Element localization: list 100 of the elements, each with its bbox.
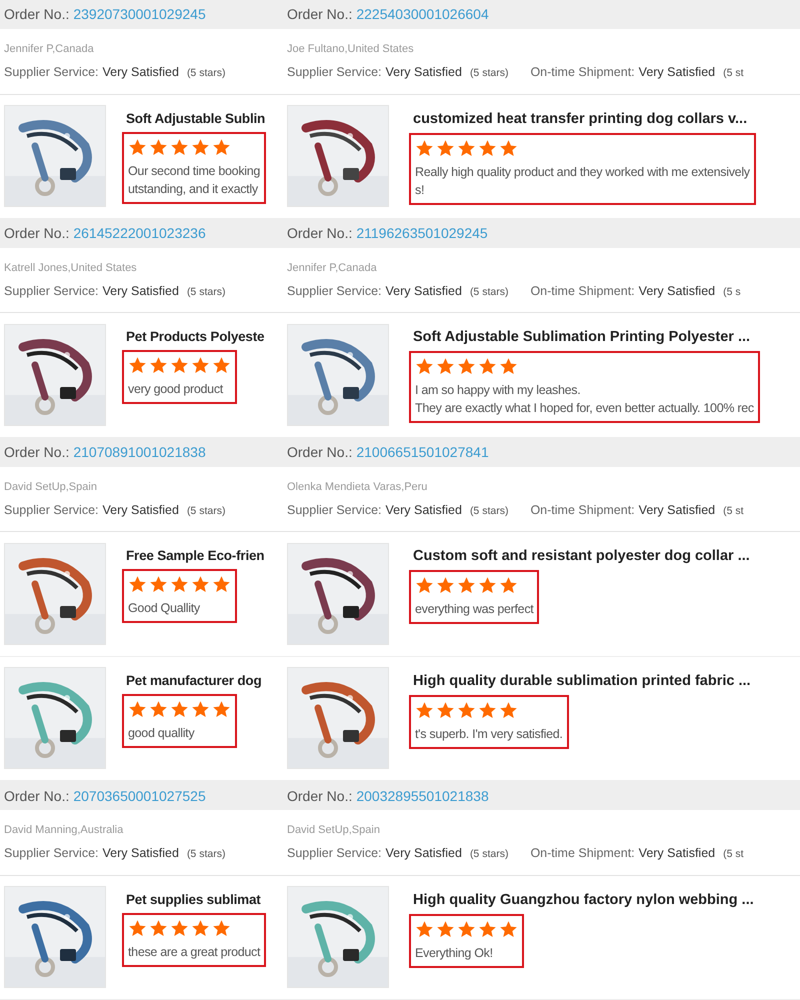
order-label: Order No.: <box>4 6 70 22</box>
star-icon <box>128 575 147 594</box>
star-icon <box>499 357 518 376</box>
star-icon <box>149 918 168 938</box>
order-label: Order No.: <box>287 788 352 804</box>
review-text: Good Quallity <box>128 600 201 618</box>
rating-label: On-time Shipment: <box>530 65 635 80</box>
star-icon <box>436 700 455 720</box>
rating-label: Supplier Service: <box>287 65 382 80</box>
rating-value: Very Satisfied <box>638 65 716 80</box>
order-number-link[interactable]: 21070891001021838 <box>73 444 206 460</box>
rating-label: Supplier Service: <box>4 284 98 298</box>
star-icon <box>149 575 168 594</box>
order-number-link[interactable]: 23920730001029245 <box>73 6 206 22</box>
review-text: these are a great product <box>128 944 260 961</box>
rating-label: Supplier Service: <box>287 846 382 860</box>
rating-label: Supplier Service: <box>287 503 382 517</box>
star-icon <box>149 356 168 376</box>
rating-note: (5 stars) <box>186 505 226 517</box>
star-icon <box>478 138 497 158</box>
rating-note: (5 st <box>723 67 744 80</box>
star-icon <box>457 700 476 720</box>
rating-value: Very Satisfied <box>102 503 179 517</box>
star-icon <box>128 700 147 719</box>
rating-value: Very Satisfied <box>386 503 462 517</box>
order-label: Order No.: <box>4 444 70 460</box>
star-icon <box>415 576 434 596</box>
star-icon <box>212 138 231 157</box>
rating-value: Very Satisfied <box>638 503 716 517</box>
star-icon <box>128 918 147 938</box>
star-icon <box>170 138 189 157</box>
order-label: Order No.: <box>4 788 70 804</box>
buyer-name: David SetUp,Spain <box>287 824 381 836</box>
rating-value: Very Satisfied <box>102 284 179 298</box>
rating-value: Very Satisfied <box>386 284 462 298</box>
review-text: Everything Ok! <box>415 944 494 962</box>
star-icon <box>415 920 434 939</box>
rating-label: Supplier Service: <box>4 503 98 517</box>
star-icon <box>415 138 434 158</box>
review-text: I am so happy with my leashes. They are exactly what I hoped for, even better actually. 100% rec <box>415 382 754 418</box>
order-label: Order No.: <box>287 6 352 22</box>
star-icon <box>457 138 476 158</box>
product-title: customized heat transfer printing dog collars v... <box>413 110 748 127</box>
rating-value: Very Satisfied <box>102 846 179 860</box>
product-title: High quality Guangzhou factory nylon webbing ... <box>413 892 754 908</box>
rating-value: Very Satisfied <box>386 65 462 80</box>
star-icon <box>415 700 434 720</box>
rating-value: Very Satisfied <box>638 284 716 298</box>
review-text: good quallity <box>128 724 196 742</box>
star-icon <box>478 920 497 939</box>
product-title: Custom soft and resistant polyester dog collar ... <box>413 548 750 564</box>
rating-note: (5 stars) <box>470 848 508 860</box>
order-number-link[interactable]: 21006651501027841 <box>356 444 489 460</box>
rating-note: (5 stars) <box>470 286 508 298</box>
rating-note: (5 st <box>723 848 744 860</box>
buyer-name: David SetUp,Spain <box>4 481 98 493</box>
star-icon <box>170 918 189 938</box>
star-icon <box>436 138 455 158</box>
star-icon <box>170 575 189 594</box>
star-icon <box>436 357 455 376</box>
star-icon <box>499 576 518 596</box>
rating-label: Supplier Service: <box>287 284 382 298</box>
rating-label: Supplier Service: <box>4 846 98 860</box>
star-icon <box>436 920 455 939</box>
product-title: Pet supplies sublimat <box>126 892 262 907</box>
star-icon <box>478 700 497 720</box>
order-number-link[interactable]: 21196263501029245 <box>356 225 488 242</box>
rating-value: Very Satisfied <box>386 846 462 860</box>
product-title: Free Sample Eco-frien <box>126 548 264 564</box>
rating-note: (5 stars) <box>186 286 226 298</box>
order-number-link[interactable]: 20032895501021838 <box>356 788 489 804</box>
star-icon <box>128 356 147 376</box>
star-icon <box>191 700 210 719</box>
order-label: Order No.: <box>4 225 70 242</box>
star-icon <box>191 575 210 594</box>
rating-note: (5 stars) <box>470 67 508 80</box>
star-icon <box>170 356 189 376</box>
order-number-link[interactable]: 20703650001027525 <box>73 788 206 804</box>
rating-label: On-time Shipment: <box>530 284 635 298</box>
buyer-name: Katrell Jones,United States <box>4 262 138 274</box>
product-title: Soft Adjustable Sublin <box>126 110 266 126</box>
star-icon <box>499 700 518 720</box>
order-number-link[interactable]: 22254030001026604 <box>356 6 489 22</box>
star-icon <box>499 920 518 939</box>
rating-note: (5 stars) <box>186 67 226 80</box>
buyer-name: Jennifer P,Canada <box>4 43 95 56</box>
star-icon <box>478 357 497 376</box>
rating-note: (5 stars) <box>470 505 508 517</box>
star-icon <box>191 138 210 157</box>
star-icon <box>499 138 518 158</box>
star-icon <box>457 920 476 939</box>
star-icon <box>212 356 231 376</box>
star-icon <box>191 918 210 938</box>
star-icon <box>149 700 168 719</box>
rating-label: On-time Shipment: <box>530 503 635 517</box>
review-text: everything was perfect <box>415 601 534 618</box>
star-icon <box>436 576 455 596</box>
buyer-name: Jennifer P,Canada <box>287 262 378 274</box>
order-number-link[interactable]: 26145222001023236 <box>73 225 206 242</box>
rating-label: Supplier Service: <box>4 65 98 80</box>
